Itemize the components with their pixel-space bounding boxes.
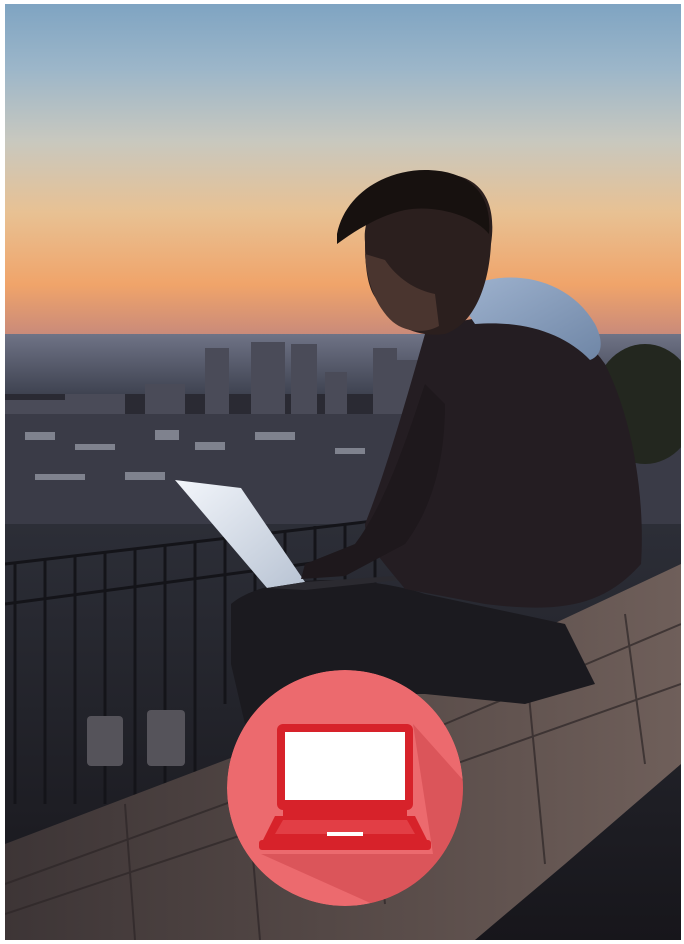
laptop-icon xyxy=(259,724,431,850)
laptop-badge xyxy=(227,670,463,906)
photo-frame xyxy=(5,4,681,940)
laptop-screen xyxy=(285,732,405,800)
